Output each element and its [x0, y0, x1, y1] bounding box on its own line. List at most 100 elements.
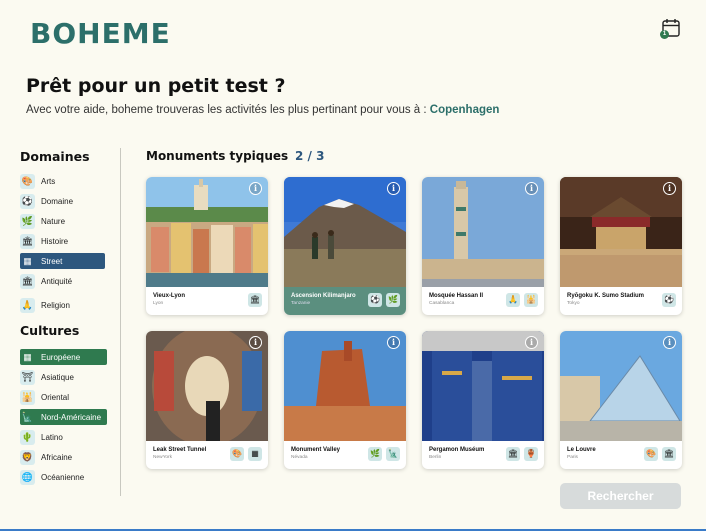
statue-of-liberty-icon: 🗽: [21, 411, 34, 422]
monument-name: Mosquée Hassan II: [429, 293, 484, 299]
monument-card[interactable]: i Monument Valley Névada 🌿 🗽: [284, 331, 406, 469]
palette-icon: 🎨: [230, 447, 244, 461]
card-footer: Vieux-Lyon Lyon 🏛: [146, 287, 268, 315]
lion-icon: 🦁: [20, 449, 35, 465]
info-button[interactable]: i: [387, 182, 400, 195]
monument-photo: [422, 331, 544, 441]
statue-of-liberty-icon: 🗽: [386, 447, 400, 461]
domain-label: Religion: [41, 300, 70, 310]
palette-icon: 🎨: [644, 447, 658, 461]
card-footer: Monument Valley Névada 🌿 🗽: [284, 441, 406, 469]
cultures-heading: Cultures: [20, 323, 80, 338]
monument-city: Berlin: [429, 455, 442, 460]
monument-photo: [560, 177, 682, 287]
domain-item-histoire[interactable]: 🏛 Histoire: [20, 233, 72, 249]
domain-item-domaine[interactable]: ⚽ Domaine: [20, 193, 77, 209]
culture-label: Oriental: [41, 392, 70, 402]
palette-icon: 🎨: [20, 173, 35, 189]
monument-card[interactable]: i Pergamon Muséum Berlin 🏛 🏺: [422, 331, 544, 469]
culture-label: Océanienne: [41, 472, 85, 482]
monument-city: Tanzanie: [291, 301, 311, 306]
monument-city: Lyon: [153, 301, 164, 306]
domain-item-street[interactable]: ▦ Street: [20, 253, 105, 269]
info-button[interactable]: i: [249, 182, 262, 195]
leaf-icon: 🌿: [20, 213, 35, 229]
monument-name: Pergamon Muséum: [429, 447, 485, 453]
card-footer: Ascension Kilimanjaro Tanzanie ⚽ 🌿: [284, 287, 406, 315]
info-button[interactable]: i: [525, 336, 538, 349]
monument-name: Ascension Kilimanjaro: [291, 293, 356, 299]
subtitle-text: Avec votre aide, boheme trouveras les ac…: [26, 104, 430, 116]
destination-city: Copenhagen: [429, 104, 500, 116]
monument-card[interactable]: i Leak Street Tunnel NewYork 🎨 ▦: [146, 331, 268, 469]
search-button[interactable]: Rechercher: [560, 483, 681, 509]
card-footer: Ryōgoku K. Sumo Stadium Tokyo ⚽: [560, 287, 682, 315]
monument-city: Tokyo: [567, 301, 580, 306]
ball-icon: ⚽: [368, 293, 382, 307]
monument-city: Paris: [567, 455, 578, 460]
leaf-icon: 🌿: [368, 447, 382, 461]
card-footer: Mosquée Hassan II Casablanca 🙏 🕌: [422, 287, 544, 315]
domain-item-religion[interactable]: 🙏 Religion: [20, 297, 74, 313]
building-icon: ▦: [23, 351, 32, 362]
domains-heading: Domaines: [20, 149, 90, 164]
monument-name: Leak Street Tunnel: [153, 447, 207, 453]
culture-item-asiatique[interactable]: ⛩ Asiatique: [20, 369, 78, 385]
domain-item-arts[interactable]: 🎨 Arts: [20, 173, 59, 189]
monument-card[interactable]: i Vieux-Lyon Lyon 🏛: [146, 177, 268, 315]
info-button[interactable]: i: [525, 182, 538, 195]
leaf-icon: 🌿: [386, 293, 400, 307]
domain-item-nature[interactable]: 🌿 Nature: [20, 213, 69, 229]
card-footer: Pergamon Muséum Berlin 🏛 🏺: [422, 441, 544, 469]
monument-card[interactable]: i Mosquée Hassan II Casablanca 🙏 🕌: [422, 177, 544, 315]
monument-card[interactable]: i Ryōgoku K. Sumo Stadium Tokyo ⚽: [560, 177, 682, 315]
monument-name: Monument Valley: [291, 447, 341, 453]
culture-item-latino[interactable]: 🌵 Latino: [20, 429, 67, 445]
culture-item-europeene[interactable]: ▦ Européene: [20, 349, 107, 365]
monument-name: Vieux-Lyon: [153, 293, 186, 299]
domain-item-antiquite[interactable]: 🏛 Antiquité: [20, 273, 76, 289]
page-title: Prêt pour un petit test ?: [26, 75, 286, 97]
ball-icon: ⚽: [20, 193, 35, 209]
culture-label: Asiatique: [41, 372, 74, 382]
building-icon: ▦: [23, 255, 32, 266]
calendar-button[interactable]: 1: [660, 16, 684, 40]
prayer-icon: 🙏: [506, 293, 520, 307]
section-title: Monuments typiques: [146, 149, 289, 163]
culture-item-oriental[interactable]: 🕌 Oriental: [20, 389, 73, 405]
culture-label: Européene: [41, 352, 81, 362]
info-button[interactable]: i: [387, 336, 400, 349]
monument-photo: [146, 331, 268, 441]
columns-icon: 🏛: [506, 447, 520, 461]
monument-city: Névada: [291, 455, 308, 460]
monument-card[interactable]: i Le Louvre Paris 🎨 🏛: [560, 331, 682, 469]
domain-label: Nature: [41, 216, 66, 226]
culture-label: Nord-Américaine: [41, 412, 102, 422]
monument-name: Ryōgoku K. Sumo Stadium: [567, 293, 645, 299]
ball-icon: ⚽: [662, 293, 676, 307]
columns-icon: 🏛: [248, 293, 262, 307]
info-button[interactable]: i: [663, 182, 676, 195]
vase-icon: 🏺: [524, 447, 538, 461]
culture-item-oceanienne[interactable]: 🌐 Océanienne: [20, 469, 88, 485]
culture-item-africaine[interactable]: 🦁 Africaine: [20, 449, 76, 465]
monument-photo: [284, 177, 406, 287]
card-footer: Leak Street Tunnel NewYork 🎨 ▦: [146, 441, 268, 469]
torii-icon: ⛩: [20, 369, 35, 385]
info-button[interactable]: i: [249, 336, 262, 349]
mosque-icon: 🕌: [524, 293, 538, 307]
sidebar-divider: [120, 148, 121, 496]
culture-item-nord-americaine[interactable]: 🗽 Nord-Américaine: [20, 409, 107, 425]
columns-icon: 🏛: [20, 233, 35, 249]
info-button[interactable]: i: [663, 336, 676, 349]
mosque-icon: 🕌: [20, 389, 35, 405]
app-logo[interactable]: BOHEME: [30, 17, 171, 50]
page-subtitle: Avec votre aide, boheme trouveras les ac…: [26, 104, 499, 116]
monument-card[interactable]: i Ascension Kilimanjaro Tanzanie ⚽ 🌿: [284, 177, 406, 315]
monument-name: Le Louvre: [567, 447, 596, 453]
monument-photo: [560, 331, 682, 441]
culture-label: Latino: [41, 432, 63, 442]
domain-label: Street: [41, 256, 63, 266]
domain-label: Antiquité: [41, 276, 73, 286]
building-icon: ▦: [248, 447, 262, 461]
